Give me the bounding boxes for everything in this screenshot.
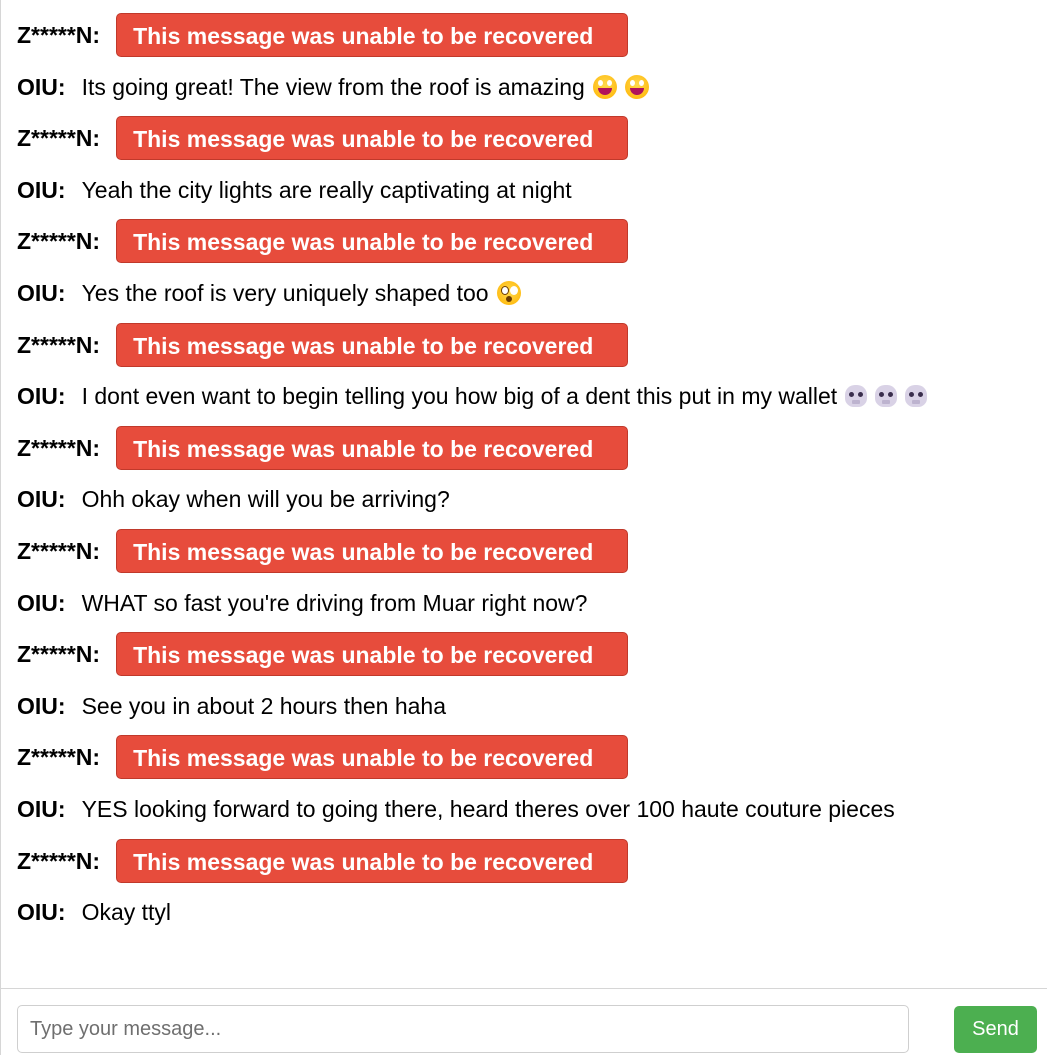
sender-name: OIU: [17, 485, 66, 512]
message-list[interactable]: Z*****N: This message was unable to be re… [1, 0, 1047, 988]
message-row-unrecovered: Z*****N: This message was unable to be re… [17, 631, 629, 677]
sender-name: OIU: [17, 382, 66, 409]
message-text: Yeah the city lights are really captivat… [81, 176, 572, 203]
grinning-face-icon [624, 75, 649, 99]
grinning-face-icon [592, 75, 617, 99]
sender-name: OIU: [17, 795, 66, 822]
skull-icon [845, 385, 868, 407]
unrecovered-message-badge: This message was unable to be recovered [116, 632, 629, 676]
message-row-unrecovered: Z*****N: This message was unable to be re… [17, 838, 629, 884]
sender-name: OIU: [17, 898, 66, 925]
message-row: OIU: YES looking forward to going there, … [17, 786, 895, 832]
sender-name: Z*****N: [17, 743, 101, 770]
message-text: I dont even want to begin telling you ho… [81, 382, 838, 409]
unrecovered-message-badge: This message was unable to be recovered [116, 13, 629, 57]
sender-name: OIU: [17, 589, 66, 616]
message-row: OIU: Yes the roof is very uniquely shaped… [17, 270, 521, 316]
message-text: See you in about 2 hours then haha [81, 692, 447, 719]
message-row-unrecovered: Z*****N: This message was unable to be re… [17, 734, 629, 780]
unrecovered-message-badge: This message was unable to be recovered [116, 529, 629, 573]
message-row-unrecovered: Z*****N: This message was unable to be re… [17, 425, 629, 471]
sender-name: Z*****N: [17, 537, 101, 564]
message-row-unrecovered: Z*****N: This message was unable to be re… [17, 322, 629, 368]
message-row: OIU: Its going great! The view from the r… [17, 64, 649, 110]
message-text: Ohh okay when will you be arriving? [81, 485, 450, 512]
unrecovered-message-badge: This message was unable to be recovered [116, 219, 629, 263]
message-composer: Send [1, 988, 1047, 1055]
message-input[interactable] [17, 1005, 909, 1053]
sender-name: Z*****N: [17, 847, 101, 874]
message-row: OIU: I dont even want to begin telling yo… [17, 373, 928, 419]
unrecovered-message-badge: This message was unable to be recovered [116, 735, 629, 779]
sender-name: Z*****N: [17, 434, 101, 461]
skull-icon [905, 385, 928, 407]
flushed-face-icon [496, 281, 521, 305]
message-row-unrecovered: Z*****N: This message was unable to be re… [17, 12, 629, 58]
message-row: OIU: See you in about 2 hours then haha [17, 683, 446, 729]
message-text: WHAT so fast you're driving from Muar ri… [81, 589, 588, 616]
unrecovered-message-badge: This message was unable to be recovered [116, 116, 629, 160]
message-row: OIU: WHAT so fast you're driving from Mua… [17, 580, 587, 626]
sender-name: Z*****N: [17, 227, 101, 254]
message-text: Okay ttyl [81, 898, 172, 925]
skull-icon [875, 385, 898, 407]
message-row-unrecovered: Z*****N: This message was unable to be re… [17, 218, 629, 264]
message-text: YES looking forward to going there, hear… [81, 795, 895, 822]
sender-name: OIU: [17, 279, 66, 306]
sender-name: OIU: [17, 176, 66, 203]
sender-name: Z*****N: [17, 640, 101, 667]
message-row: OIU: Ohh okay when will you be arriving? [17, 476, 450, 522]
send-button[interactable]: Send [954, 1006, 1037, 1053]
sender-name: Z*****N: [17, 124, 101, 151]
unrecovered-message-badge: This message was unable to be recovered [116, 839, 629, 883]
message-row-unrecovered: Z*****N: This message was unable to be re… [17, 528, 629, 574]
chat-window: Z*****N: This message was unable to be re… [0, 0, 1047, 1055]
message-row-unrecovered: Z*****N: This message was unable to be re… [17, 115, 629, 161]
message-text: Yes the roof is very uniquely shaped too [81, 279, 489, 306]
sender-name: OIU: [17, 692, 66, 719]
message-row: OIU: Okay ttyl [17, 889, 171, 935]
unrecovered-message-badge: This message was unable to be recovered [116, 323, 629, 367]
sender-name: Z*****N: [17, 21, 101, 48]
sender-name: Z*****N: [17, 331, 101, 358]
message-text: Its going great! The view from the roof … [81, 73, 585, 100]
sender-name: OIU: [17, 73, 66, 100]
unrecovered-message-badge: This message was unable to be recovered [116, 426, 629, 470]
message-row: OIU: Yeah the city lights are really capt… [17, 167, 572, 213]
